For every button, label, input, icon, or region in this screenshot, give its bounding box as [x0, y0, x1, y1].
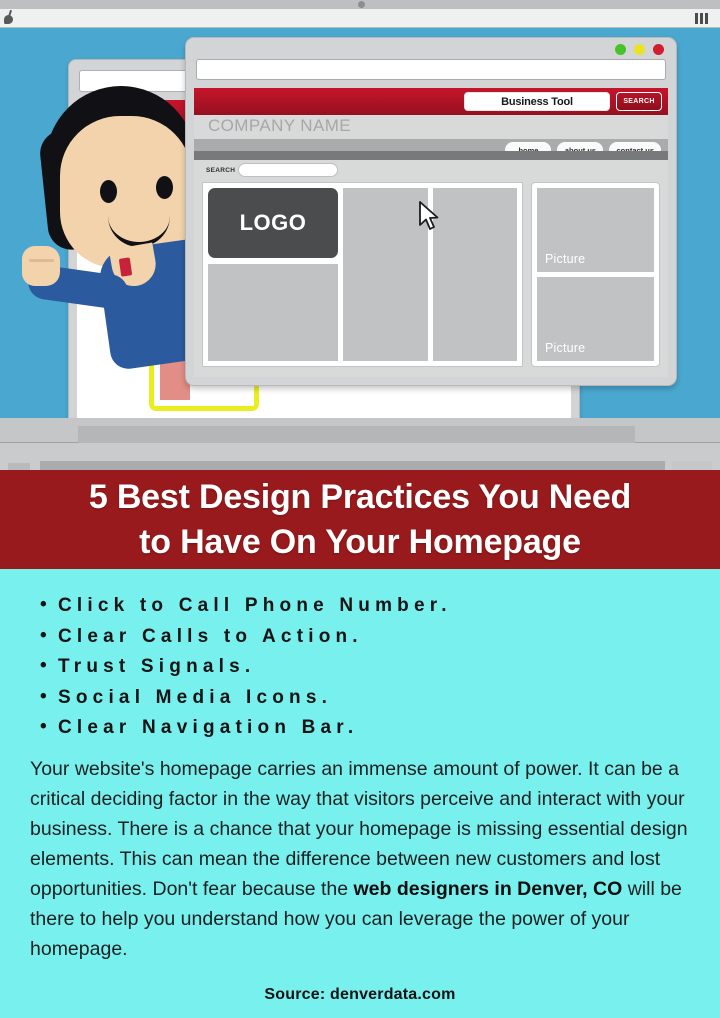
site-main-column: LOGO — [202, 182, 523, 367]
website-mockup: Business Tool SEARCH COMPANY NAME home a… — [194, 88, 668, 377]
picture-label-1: Picture — [545, 252, 586, 266]
paragraph-highlight: web designers in Denver, CO — [353, 877, 623, 900]
site-content-block-3 — [432, 188, 517, 361]
picture-label-2: Picture — [545, 341, 586, 355]
mascot-eye-right — [156, 176, 173, 199]
page-title: 5 Best Design Practices You Need to Have … — [89, 475, 631, 565]
site-secondary-search-row: SEARCH — [194, 160, 668, 182]
site-nav-bar: home about us contact us — [194, 139, 668, 158]
laptop-top-bezel — [0, 0, 720, 9]
site-header-band: Business Tool SEARCH — [194, 88, 668, 115]
hero-laptop-image: Business Tool SEARCH COMPANY NAME home a… — [0, 0, 720, 470]
site-content-block-1 — [208, 264, 338, 361]
site-sidebar-column: Picture Picture — [531, 182, 660, 367]
list-item: Trust Signals. — [40, 651, 720, 683]
address-bar[interactable] — [196, 59, 666, 80]
window-minimize-dot[interactable] — [615, 44, 626, 55]
window-maximize-dot[interactable] — [634, 44, 645, 55]
site-logo-block: LOGO — [208, 188, 338, 258]
site-column-a: LOGO — [208, 188, 338, 361]
laptop-foot-right — [672, 461, 712, 470]
content-section: Click to Call Phone Number. Clear Calls … — [0, 569, 720, 1018]
businessman-mascot — [4, 58, 222, 388]
menu-bars-icon[interactable] — [695, 13, 708, 24]
os-menu-bar — [0, 9, 720, 28]
infographic-page: Business Tool SEARCH COMPANY NAME home a… — [0, 0, 720, 1018]
site-search-button[interactable]: SEARCH — [616, 92, 662, 111]
list-item: Click to Call Phone Number. — [40, 590, 720, 622]
list-item: Clear Calls to Action. — [40, 621, 720, 653]
desktop-background: Business Tool SEARCH COMPANY NAME home a… — [0, 28, 720, 418]
list-item: Clear Navigation Bar. — [40, 712, 720, 744]
body-paragraph: Your website's homepage carries an immen… — [30, 754, 690, 964]
webcam-icon — [358, 1, 365, 8]
pin-icon — [3, 10, 14, 25]
mascot-fist — [22, 246, 60, 286]
site-nav-bar-shadow — [194, 151, 668, 160]
title-line-1: 5 Best Design Practices You Need — [88, 477, 632, 516]
site-picture-block-1: Picture — [537, 188, 654, 272]
mascot-eye-left — [100, 180, 117, 203]
window-close-dot[interactable] — [653, 44, 664, 55]
source-line: Source: denverdata.com — [264, 985, 456, 1003]
site-search-input[interactable]: Business Tool — [464, 92, 610, 111]
site-company-name-strip: COMPANY NAME — [194, 115, 668, 139]
company-name-text: COMPANY NAME — [208, 116, 352, 135]
site-picture-block-2: Picture — [537, 277, 654, 361]
laptop-foot-left — [8, 463, 30, 470]
best-practices-list: Click to Call Phone Number. Clear Calls … — [0, 569, 720, 744]
search-label: SEARCH — [206, 167, 236, 174]
mascot-tie — [118, 257, 133, 277]
title-line-2: to Have On Your Homepage — [139, 522, 581, 561]
laptop-bezel-bottom — [0, 418, 720, 443]
window-traffic-lights[interactable] — [615, 44, 664, 55]
search-input[interactable] — [238, 163, 338, 177]
laptop-hinge — [78, 426, 635, 443]
list-item: Social Media Icons. — [40, 682, 720, 714]
laptop-base — [0, 443, 720, 470]
site-content-block-2 — [343, 188, 428, 361]
title-banner: 5 Best Design Practices You Need to Have … — [0, 470, 720, 569]
laptop-base-edge — [40, 461, 665, 470]
mouse-cursor — [419, 201, 439, 230]
